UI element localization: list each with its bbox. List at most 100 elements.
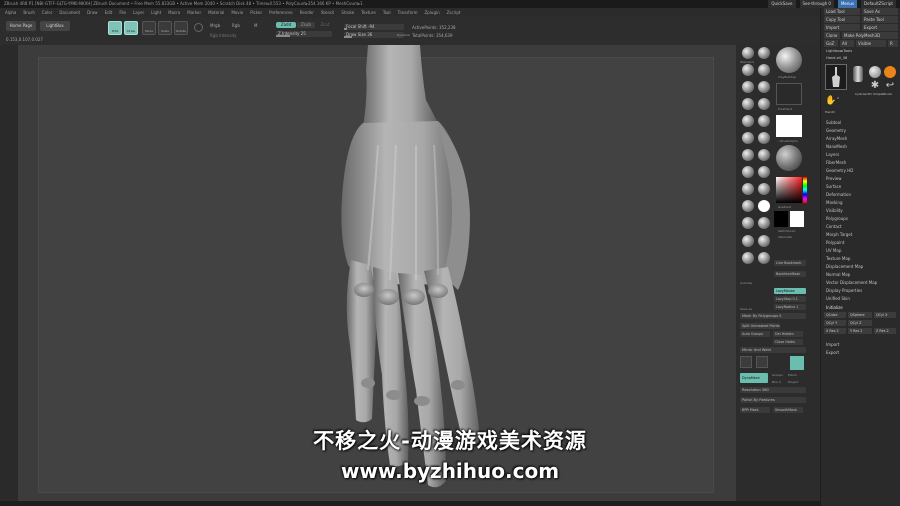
scale-mode-button[interactable]: Scale bbox=[158, 21, 172, 35]
goz-all-button[interactable]: All bbox=[840, 40, 854, 47]
qcyl-z-button[interactable]: QCyl Z bbox=[848, 320, 872, 326]
brush-extra-15[interactable] bbox=[758, 252, 770, 264]
brush-pinch[interactable] bbox=[758, 115, 770, 127]
line-bookmark-button[interactable]: Line Bookmark bbox=[774, 260, 806, 266]
draw-mode-button[interactable]: Draw bbox=[124, 21, 138, 35]
resolution-slider[interactable]: Resolution 380 bbox=[740, 387, 806, 393]
m-toggle[interactable]: M bbox=[254, 23, 257, 28]
lightbox-button[interactable]: LightBox bbox=[40, 21, 70, 31]
menu-display-properties[interactable]: Display Properties bbox=[826, 288, 862, 293]
qcyl-y-button[interactable]: QCyl Y bbox=[824, 320, 846, 326]
menu-tool[interactable]: Tool bbox=[383, 8, 391, 17]
brush-trimdynamic[interactable] bbox=[742, 98, 754, 110]
qsphere-button[interactable]: QSphere bbox=[848, 312, 872, 318]
brush-hpolish[interactable] bbox=[758, 98, 770, 110]
menu-uv-map[interactable]: UV Map bbox=[826, 248, 841, 253]
mesh-by-polygroups-slider[interactable]: Mesh By Polygroups 0 bbox=[740, 313, 806, 319]
rotate-mode-button[interactable]: Rotate bbox=[174, 21, 188, 35]
brush-extra-2[interactable] bbox=[758, 132, 770, 144]
clone-button[interactable]: Clone bbox=[824, 32, 840, 39]
brush-extra-14[interactable] bbox=[742, 252, 754, 264]
menu-transform[interactable]: Transform bbox=[398, 8, 418, 17]
brush-extra-8[interactable] bbox=[758, 183, 770, 195]
split-unmasked-button[interactable]: Split Unmasked Points bbox=[740, 323, 780, 329]
make-polymesh3d-button[interactable]: Make PolyMesh3D bbox=[842, 32, 898, 39]
export-button[interactable]: Export bbox=[862, 24, 898, 31]
zcut-toggle[interactable]: Zcut bbox=[318, 22, 332, 28]
brush-extra-12[interactable] bbox=[742, 235, 754, 247]
current-brush-preview[interactable] bbox=[776, 47, 802, 73]
x-res-slider[interactable]: X Res 2 bbox=[824, 328, 846, 334]
menu-import[interactable]: Import bbox=[826, 342, 839, 347]
lazystep-slider[interactable]: LazyStep 0.1 bbox=[774, 296, 806, 302]
brush-extra-5[interactable] bbox=[742, 166, 754, 178]
secondary-color-swatch[interactable] bbox=[790, 211, 804, 227]
switch-color-button[interactable]: SwitchColor bbox=[778, 229, 796, 233]
goz-button[interactable]: GoZ bbox=[824, 40, 838, 47]
menu-morph-target[interactable]: Morph Target bbox=[826, 232, 852, 237]
goz-r-button[interactable]: R bbox=[888, 40, 898, 47]
menu-surface[interactable]: Surface bbox=[826, 184, 841, 189]
menu-normal-map[interactable]: Normal Map bbox=[826, 272, 850, 277]
rgb-toggle[interactable]: Rgb bbox=[232, 23, 240, 28]
alternate-button[interactable]: Alternate bbox=[778, 235, 792, 239]
smooth-mask-button[interactable]: SmoothMask bbox=[773, 407, 803, 413]
menu-polygroups[interactable]: Polygroups bbox=[826, 216, 848, 221]
polyf-toggle[interactable] bbox=[790, 356, 804, 370]
menu-zscript[interactable]: Zscript bbox=[447, 8, 461, 17]
menu-arraymesh[interactable]: ArrayMesh bbox=[826, 136, 847, 141]
menu-nanomesh[interactable]: NanoMesh bbox=[826, 144, 847, 149]
menu-geometry-hd[interactable]: Geometry HD bbox=[826, 168, 853, 173]
quicksave-button[interactable]: QuickSave bbox=[768, 0, 796, 8]
menu-layers[interactable]: Layers bbox=[826, 152, 839, 157]
menu-material[interactable]: Material bbox=[208, 8, 224, 17]
menu-preferences[interactable]: Preferences bbox=[269, 8, 293, 17]
hand-small-thumbnail[interactable]: ✋ bbox=[825, 96, 836, 108]
y-res-slider[interactable]: Y Res 2 bbox=[848, 328, 872, 334]
see-through-slider[interactable]: See-through 0 bbox=[799, 0, 834, 8]
brush-orb-cracks[interactable] bbox=[742, 115, 754, 127]
menu-stroke[interactable]: Stroke bbox=[341, 8, 354, 17]
brush-extra-10[interactable] bbox=[742, 217, 754, 229]
alpha-preview[interactable] bbox=[776, 115, 802, 137]
brush-extra-1[interactable] bbox=[742, 132, 754, 144]
menu-alpha[interactable]: Alpha bbox=[5, 8, 16, 17]
menu-displacement-map[interactable]: Displacement Map bbox=[826, 264, 863, 269]
white-material-swatch[interactable] bbox=[758, 200, 770, 212]
menu-contact[interactable]: Contact bbox=[826, 224, 842, 229]
menu-light[interactable]: Light bbox=[151, 8, 161, 17]
brush-move-topological[interactable] bbox=[742, 81, 754, 93]
hue-strip[interactable] bbox=[803, 177, 807, 203]
dynamic-toggle[interactable]: Dynamic bbox=[397, 33, 410, 37]
brush-extra-3[interactable] bbox=[742, 149, 754, 161]
brush-extra-6[interactable] bbox=[758, 166, 770, 178]
paste-tool-button[interactable]: Paste Tool bbox=[862, 16, 898, 23]
brush-extra-9[interactable] bbox=[742, 200, 754, 212]
zsub-toggle[interactable]: Zsub bbox=[297, 22, 315, 28]
mrgb-toggle[interactable]: Mrgb bbox=[210, 23, 220, 28]
close-holes-button[interactable]: Close Holes bbox=[773, 339, 803, 345]
lazyradius-slider[interactable]: LazyRadius 1 bbox=[774, 304, 806, 310]
star-icon[interactable]: ✱ bbox=[869, 80, 881, 92]
menu-stencil[interactable]: Stencil bbox=[321, 8, 335, 17]
menu-movie[interactable]: Movie bbox=[231, 8, 243, 17]
menu-document[interactable]: Document bbox=[59, 8, 80, 17]
menu-brush[interactable]: Brush bbox=[23, 8, 35, 17]
menu-preview[interactable]: Preview bbox=[826, 176, 842, 181]
zadd-toggle[interactable]: Zadd bbox=[276, 22, 296, 28]
stroke-preview[interactable] bbox=[776, 83, 802, 105]
polish-by-features-slider[interactable]: Polish By Features bbox=[740, 397, 806, 403]
project-toggle[interactable]: Project bbox=[788, 380, 798, 384]
menu-macro[interactable]: Macro bbox=[168, 8, 180, 17]
brush-extra-7[interactable] bbox=[742, 183, 754, 195]
simplebrush-thumbnail[interactable] bbox=[869, 66, 881, 78]
menu-picker[interactable]: Picker bbox=[250, 8, 262, 17]
menu-fibermesh[interactable]: FiberMesh bbox=[826, 160, 846, 165]
menus-button[interactable]: Menus bbox=[837, 0, 858, 8]
brush-extra-11[interactable] bbox=[758, 217, 770, 229]
dynamesh-button[interactable]: DynaMesh bbox=[740, 373, 768, 383]
menu-geometry[interactable]: Geometry bbox=[826, 128, 846, 133]
draw-size-slider[interactable]: Draw Size 36 bbox=[344, 32, 404, 38]
menu-masking[interactable]: Masking bbox=[826, 200, 843, 205]
menu-texture[interactable]: Texture bbox=[361, 8, 376, 17]
